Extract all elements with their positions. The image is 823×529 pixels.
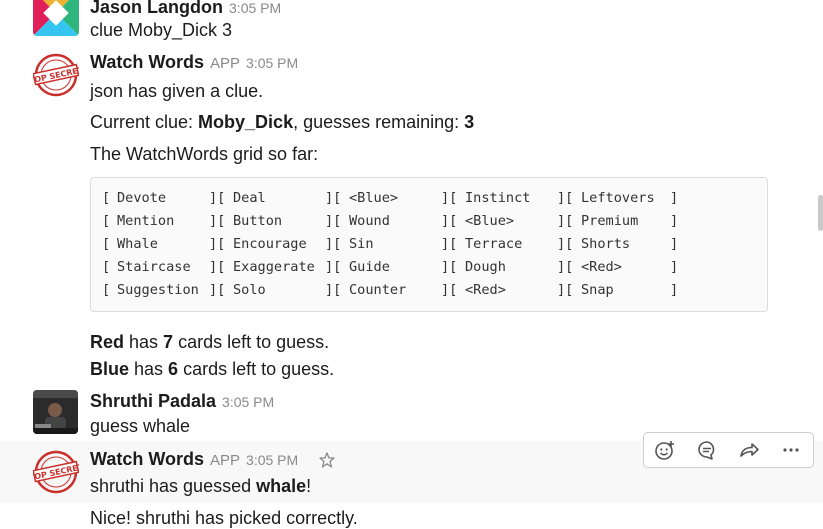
grid-cell: Instinct (465, 190, 531, 206)
timestamp[interactable]: 3:05 PM (229, 0, 281, 16)
grid-cell: Solo (233, 282, 266, 298)
grid-bracket: ][ (209, 190, 226, 206)
guesses-remaining: 3 (464, 112, 475, 132)
grid-cell: Guide (349, 259, 390, 275)
grid-cell: Exaggerate (233, 259, 315, 275)
grid-bracket: ][ (325, 213, 342, 229)
grid-cell: <Red> (581, 259, 622, 275)
more-icon[interactable] (770, 433, 812, 467)
message-actions-toolbar (643, 432, 814, 468)
star-icon[interactable] (319, 452, 335, 468)
guess-line: shruthi has guessed whale! (90, 476, 312, 496)
grid-cell: Wound (349, 213, 390, 229)
grid-cell: <Blue> (465, 213, 515, 229)
grid-row: [ Whale ][ Encourage ][ Sin ][ Terrace ][ Shorts] (102, 236, 762, 256)
grid-cell: Devote (117, 190, 167, 206)
grid-row: [ Mention ][ Button ][ Wound ][ <Blue> ][ Premium… (102, 213, 762, 233)
sender-name[interactable]: Watch Words APP 3:05 PM (90, 449, 298, 470)
guessed-word: whale (256, 476, 307, 496)
grid-bracket: ][ (441, 259, 458, 275)
message-text: json has given a clue. (90, 81, 264, 101)
message-text: clue Moby_Dick 3 (90, 20, 233, 40)
grid-cell: Shorts (581, 236, 631, 252)
grid-bracket: [ (102, 213, 111, 229)
timestamp[interactable]: 3:05 PM (246, 452, 298, 468)
sender-name[interactable]: Shruthi Padala 3:05 PM (90, 391, 274, 412)
grid-bracket: [ (102, 190, 111, 206)
add-reaction-icon[interactable] (644, 433, 686, 467)
grid-cell: Staircase (117, 259, 191, 275)
grid-bracket: ][ (325, 282, 342, 298)
grid-bracket: ] (670, 213, 679, 229)
grid-cell: <Blue> (349, 190, 399, 206)
grid-cell: Mention (117, 213, 175, 229)
grid-cell: Whale (117, 236, 158, 252)
grid-cell: Suggestion (117, 282, 199, 298)
red-cards-left: Red has 7 cards left to guess. (90, 332, 330, 352)
grid-bracket: ][ (441, 236, 458, 252)
scrollbar-thumb[interactable] (818, 195, 823, 231)
grid-bracket: [ (102, 259, 111, 275)
grid-bracket: ][ (557, 236, 574, 252)
grid-bracket: ][ (557, 190, 574, 206)
message-text: guess whale (90, 416, 191, 436)
grid-bracket: ][ (441, 213, 458, 229)
grid-cell: Premium (581, 213, 639, 229)
sender-name[interactable]: Watch Words APP 3:05 PM (90, 52, 298, 73)
grid-bracket: ][ (209, 259, 226, 275)
grid-cell: Counter (349, 282, 407, 298)
grid-cell: Dough (465, 259, 506, 275)
grid-cell: Deal (233, 190, 266, 206)
grid-bracket: ] (670, 282, 679, 298)
result-line: Nice! shruthi has picked correctly. (90, 508, 358, 528)
grid-bracket: ][ (557, 259, 574, 275)
grid-bracket: ] (670, 190, 679, 206)
reply-thread-icon[interactable] (686, 433, 728, 467)
grid-bracket: ][ (557, 282, 574, 298)
avatar-jason[interactable] (33, 0, 79, 36)
grid-cell: Sin (349, 236, 374, 252)
grid-bracket: ][ (325, 190, 342, 206)
share-icon[interactable] (728, 433, 770, 467)
grid-cell: Button (233, 213, 283, 229)
app-badge: APP (210, 55, 241, 72)
grid-intro: The WatchWords grid so far: (90, 144, 319, 164)
timestamp[interactable]: 3:05 PM (222, 394, 274, 410)
grid-bracket: ][ (325, 236, 342, 252)
grid-row: [ Staircase ][ Exaggerate ][ Guide ][ Dough ][ <R… (102, 259, 762, 279)
current-clue-line: Current clue: Moby_Dick, guesses remaini… (90, 112, 475, 132)
grid-cell: Leftovers (581, 190, 655, 206)
sender-name[interactable]: Jason Langdon 3:05 PM (90, 0, 281, 18)
grid-bracket: ] (670, 259, 679, 275)
grid-row: [ Devote ][ Deal ][ <Blue> ][ Instinct ][ Leftove… (102, 190, 762, 210)
grid-bracket: ][ (557, 213, 574, 229)
grid-cell: Terrace (465, 236, 523, 252)
avatar-shruthi[interactable] (33, 390, 78, 434)
grid-cell: Encourage (233, 236, 307, 252)
blue-cards-left: Blue has 6 cards left to guess. (90, 359, 335, 379)
grid-cell: <Red> (465, 282, 506, 298)
grid-bracket: ][ (325, 259, 342, 275)
grid-row: [ Suggestion ][ Solo ][ Counter ][ <Red> ][ Snap] (102, 282, 762, 302)
grid-bracket: ][ (209, 282, 226, 298)
avatar-watchwords[interactable]: TOP SECRET (33, 449, 79, 495)
grid-bracket: ][ (441, 282, 458, 298)
timestamp[interactable]: 3:05 PM (246, 55, 298, 71)
app-badge: APP (210, 452, 241, 469)
watchwords-grid: [Devote][Deal][<Blue>][Instinct][Leftove… (90, 177, 768, 312)
grid-cell: Snap (581, 282, 614, 298)
grid-bracket: ][ (441, 190, 458, 206)
clue-word: Moby_Dick (198, 112, 294, 132)
grid-bracket: ] (670, 236, 679, 252)
grid-bracket: [ (102, 236, 111, 252)
grid-bracket: ][ (209, 213, 226, 229)
avatar-watchwords[interactable]: TOP SECRET (33, 52, 79, 98)
grid-bracket: ][ (209, 236, 226, 252)
grid-bracket: [ (102, 282, 111, 298)
